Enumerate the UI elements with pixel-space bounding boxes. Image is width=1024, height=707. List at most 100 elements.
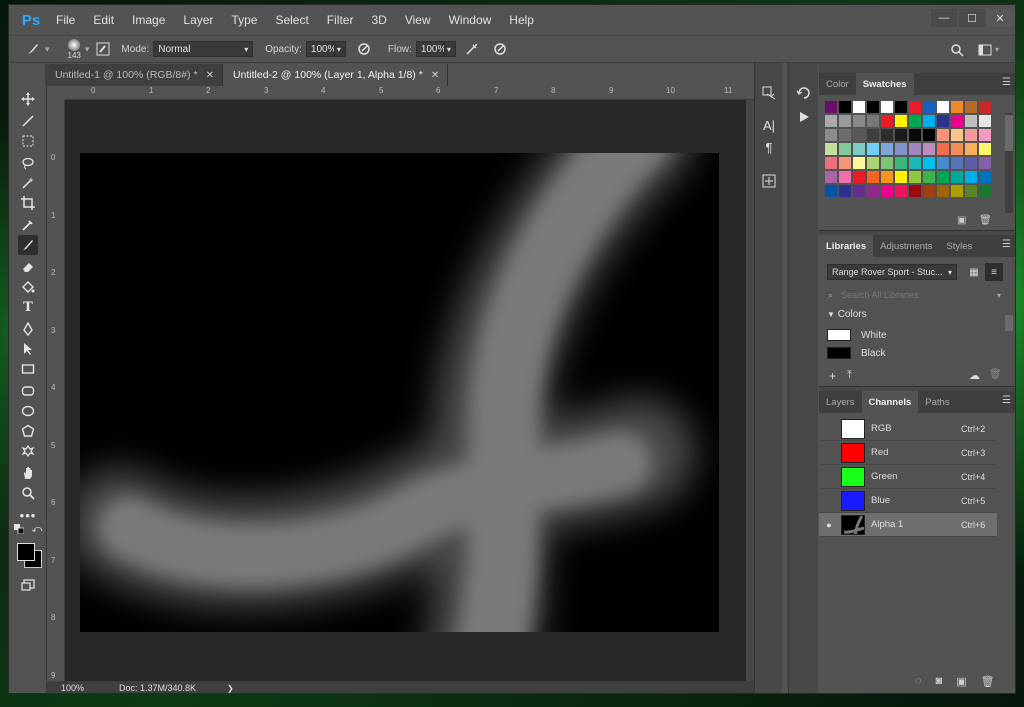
swatch[interactable] bbox=[951, 171, 963, 183]
channel-row-rgb[interactable]: RGB Ctrl+2 bbox=[819, 417, 997, 441]
channel-row-red[interactable]: Red Ctrl+3 bbox=[819, 441, 997, 465]
colors-section-header[interactable]: ▼ Colors bbox=[827, 309, 867, 320]
swatch[interactable] bbox=[867, 171, 879, 183]
foreground-color-front[interactable] bbox=[17, 543, 35, 561]
opacity-dropdown-icon[interactable]: ▾ bbox=[333, 41, 346, 57]
swatch[interactable] bbox=[839, 185, 851, 197]
workspace-switcher-icon[interactable] bbox=[975, 40, 995, 60]
swatch[interactable] bbox=[937, 101, 949, 113]
swatch[interactable] bbox=[979, 171, 991, 183]
swatch[interactable] bbox=[867, 185, 879, 197]
swatch[interactable] bbox=[909, 115, 921, 127]
type-tool-icon[interactable]: T bbox=[18, 297, 38, 317]
swatch[interactable] bbox=[937, 185, 949, 197]
swatch[interactable] bbox=[867, 129, 879, 141]
swatch[interactable] bbox=[951, 115, 963, 127]
swatch[interactable] bbox=[839, 171, 851, 183]
swatch[interactable] bbox=[881, 185, 893, 197]
swatch[interactable] bbox=[825, 143, 837, 155]
maximize-button[interactable]: ☐ bbox=[959, 9, 985, 27]
screen-mode-icon[interactable] bbox=[18, 575, 38, 595]
swatch[interactable] bbox=[979, 115, 991, 127]
path-selection-tool-icon[interactable] bbox=[18, 339, 38, 359]
brush-tool-preset-icon[interactable] bbox=[23, 39, 43, 59]
swatch[interactable] bbox=[951, 101, 963, 113]
swatch[interactable] bbox=[923, 101, 935, 113]
swatch[interactable] bbox=[895, 143, 907, 155]
swap-colors-icon[interactable]: ⤺ bbox=[31, 523, 43, 535]
swatch[interactable] bbox=[881, 143, 893, 155]
swatch[interactable] bbox=[839, 115, 851, 127]
swatch[interactable] bbox=[895, 157, 907, 169]
tab-adjustments[interactable]: Adjustments bbox=[873, 235, 939, 257]
tab-paths[interactable]: Paths bbox=[918, 391, 956, 413]
swatch[interactable] bbox=[937, 115, 949, 127]
channel-row-green[interactable]: Green Ctrl+4 bbox=[819, 465, 997, 489]
close-button[interactable]: ✕ bbox=[987, 9, 1013, 27]
swatch[interactable] bbox=[979, 185, 991, 197]
pressure-size-icon[interactable] bbox=[490, 39, 510, 59]
menu-image[interactable]: Image bbox=[123, 13, 174, 27]
eraser-tool-icon[interactable] bbox=[18, 257, 38, 277]
paragraph-panel-icon[interactable]: ¶ bbox=[759, 137, 779, 157]
swatch[interactable] bbox=[825, 115, 837, 127]
menu-filter[interactable]: Filter bbox=[318, 13, 363, 27]
panel-menu-icon[interactable]: ☰ bbox=[1002, 77, 1011, 88]
brush-tool-icon[interactable] bbox=[18, 235, 38, 255]
hand-tool-icon[interactable] bbox=[18, 463, 38, 483]
swatch[interactable] bbox=[881, 129, 893, 141]
flow-input[interactable]: 100% bbox=[415, 41, 446, 57]
swatch[interactable] bbox=[839, 143, 851, 155]
swatch[interactable] bbox=[979, 157, 991, 169]
swatch[interactable] bbox=[853, 101, 865, 113]
new-channel-icon[interactable]: ▣ bbox=[956, 675, 966, 688]
libraries-scroll-thumb[interactable] bbox=[1005, 315, 1013, 331]
swatch[interactable] bbox=[965, 185, 977, 197]
paint-bucket-tool-icon[interactable] bbox=[18, 277, 38, 297]
tab-libraries[interactable]: Libraries bbox=[819, 235, 874, 257]
list-view-icon[interactable]: ≡ bbox=[985, 263, 1003, 281]
swatch[interactable] bbox=[825, 171, 837, 183]
flow-dropdown-icon[interactable]: ▾ bbox=[443, 41, 456, 57]
swatch[interactable] bbox=[909, 185, 921, 197]
swatch[interactable] bbox=[881, 171, 893, 183]
library-color-black[interactable]: Black bbox=[827, 346, 885, 360]
save-selection-icon[interactable]: ◙ bbox=[936, 675, 943, 688]
panel-menu-icon[interactable]: ☰ bbox=[1002, 395, 1011, 406]
swatch[interactable] bbox=[909, 101, 921, 113]
swatch[interactable] bbox=[923, 171, 935, 183]
swatch[interactable] bbox=[825, 129, 837, 141]
menu-select[interactable]: Select bbox=[266, 13, 317, 27]
swatch[interactable] bbox=[923, 115, 935, 127]
swatch[interactable] bbox=[839, 157, 851, 169]
menu-view[interactable]: View bbox=[396, 13, 440, 27]
magic-wand-tool-icon[interactable] bbox=[18, 173, 38, 193]
zoom-tool-icon[interactable] bbox=[18, 483, 38, 503]
brush-picker-arrow-icon[interactable]: ▾ bbox=[85, 44, 90, 55]
brush-size-picker[interactable]: 143 bbox=[68, 38, 81, 60]
swatch[interactable] bbox=[895, 185, 907, 197]
swatch[interactable] bbox=[839, 101, 851, 113]
brush-panel-toggle-icon[interactable] bbox=[93, 39, 113, 59]
vertical-ruler[interactable]: 0 1 2 3 4 5 6 7 8 9 bbox=[47, 100, 65, 685]
eye-icon[interactable]: ● bbox=[819, 520, 839, 530]
library-search-input[interactable]: ⌕ Search All Libraries ▾ bbox=[825, 287, 1005, 303]
opacity-input[interactable]: 100% bbox=[305, 41, 336, 57]
tab-channels[interactable]: Channels bbox=[861, 391, 919, 413]
close-icon[interactable]: ✕ bbox=[431, 70, 439, 81]
swatch[interactable] bbox=[965, 101, 977, 113]
trash-icon[interactable]: 🗑 bbox=[989, 369, 1002, 380]
channel-row-alpha-1[interactable]: ● Alpha 1 Ctrl+6 bbox=[819, 513, 997, 537]
polygon-tool-icon[interactable] bbox=[18, 421, 38, 441]
swatch[interactable] bbox=[853, 129, 865, 141]
character-panel-icon[interactable]: A| bbox=[759, 115, 779, 135]
new-swatch-icon[interactable]: ▣ bbox=[957, 215, 966, 226]
pen-tool-icon[interactable] bbox=[18, 319, 38, 339]
rectangle-tool-icon[interactable] bbox=[18, 359, 38, 379]
history-brush-panel-icon[interactable] bbox=[794, 83, 814, 103]
ruler-origin[interactable] bbox=[47, 86, 65, 100]
trash-icon[interactable]: 🗑 bbox=[979, 215, 992, 226]
swatch[interactable] bbox=[825, 157, 837, 169]
swatch[interactable] bbox=[951, 157, 963, 169]
swatch[interactable] bbox=[853, 185, 865, 197]
